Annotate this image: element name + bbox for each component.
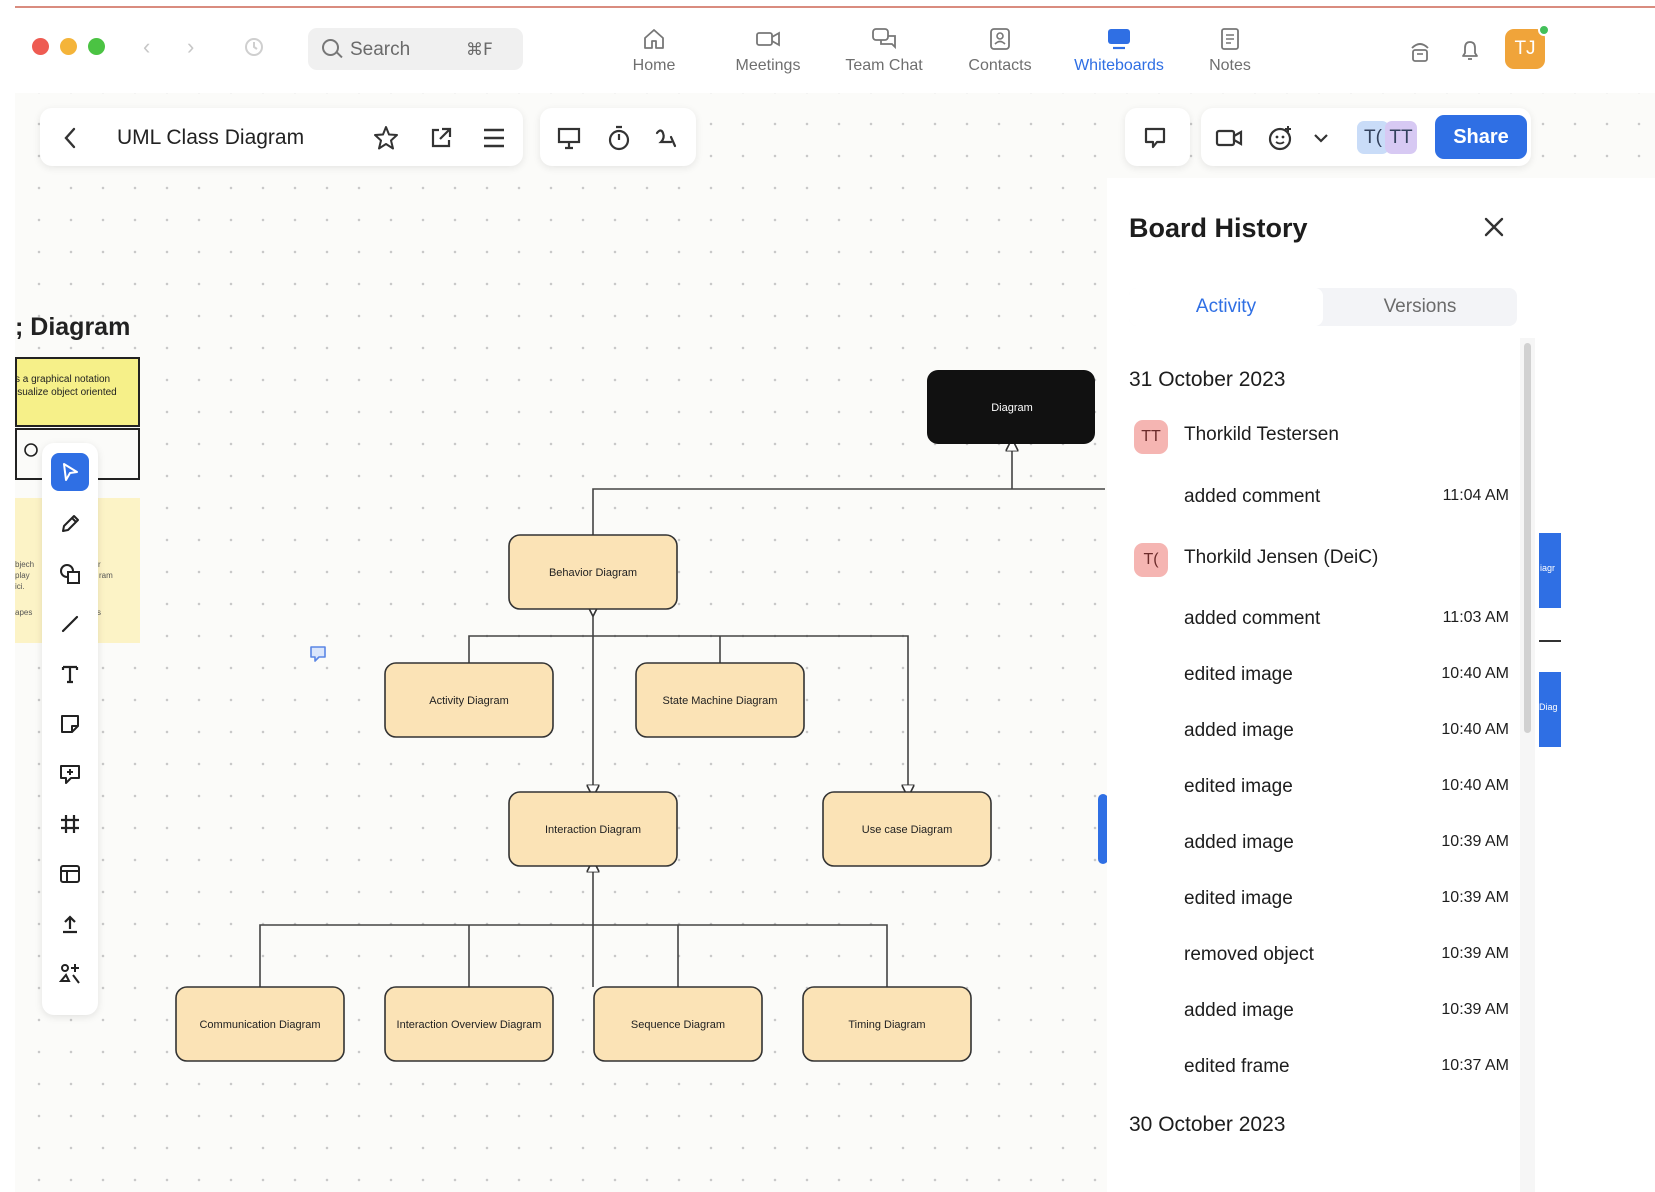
- activity-action[interactable]: edited image: [1184, 888, 1293, 910]
- user-avatar-initials: TJ: [1514, 38, 1536, 59]
- chevron-down-icon[interactable]: [1313, 132, 1329, 144]
- activity-time: 10:40 AM: [1441, 777, 1509, 794]
- date-heading: 30 October 2023: [1129, 1113, 1286, 1136]
- activity-action[interactable]: added comment: [1184, 486, 1320, 508]
- diagram-node[interactable]: State Machine Diagram: [635, 662, 805, 738]
- diagram-node[interactable]: Sequence Diagram: [593, 986, 763, 1062]
- node-label: Sequence Diagram: [631, 1019, 725, 1031]
- activity-action[interactable]: edited frame: [1184, 1056, 1290, 1078]
- bell-icon[interactable]: [1458, 38, 1482, 64]
- panel-title: Board History: [1129, 213, 1308, 243]
- uml-hierarchy-diagram: Diagram Behavior Diagram Activity Diagra…: [175, 370, 1107, 1062]
- tab-activity[interactable]: Activity: [1129, 288, 1323, 326]
- diagram-node[interactable]: Activity Diagram: [384, 662, 554, 738]
- user-name: Thorkild Jensen (DeiC): [1184, 547, 1379, 568]
- activity-action[interactable]: added comment: [1184, 608, 1320, 630]
- user-avatar: T(: [1134, 543, 1168, 577]
- node-label: State Machine Diagram: [663, 695, 778, 707]
- notes-icon: [1221, 28, 1239, 50]
- collaborator-avatar[interactable]: TT: [1385, 121, 1417, 154]
- activity-time: 11:04 AM: [1442, 487, 1509, 504]
- node-label: Behavior Diagram: [549, 567, 637, 579]
- video-call-icon[interactable]: [1214, 125, 1244, 151]
- panel-scrollbar[interactable]: [1524, 343, 1531, 733]
- close-panel-button[interactable]: [1483, 212, 1505, 246]
- activity-time: 11:03 AM: [1442, 609, 1509, 626]
- node-label: Activity Diagram: [429, 695, 508, 707]
- activity-time: 10:39 AM: [1441, 945, 1509, 962]
- history-tabs: Activity Versions: [1129, 288, 1517, 326]
- online-status-dot: [1538, 24, 1550, 36]
- activity-time: 10:40 AM: [1441, 665, 1509, 682]
- user-avatar: TT: [1134, 420, 1168, 454]
- activity-action[interactable]: removed object: [1184, 944, 1314, 966]
- offscreen-node-label: Diag: [1539, 702, 1558, 712]
- close-icon: [1484, 217, 1504, 237]
- activity-time: 10:37 AM: [1441, 1057, 1509, 1074]
- diagram-node[interactable]: Use case Diagram: [822, 791, 992, 867]
- activity-action[interactable]: added image: [1184, 1000, 1294, 1022]
- offscreen-node[interactable]: Diag: [1539, 672, 1561, 747]
- date-heading: 31 October 2023: [1129, 368, 1286, 391]
- diagram-node[interactable]: Timing Diagram: [802, 986, 972, 1062]
- share-button[interactable]: Share: [1435, 115, 1527, 159]
- diagram-node[interactable]: Behavior Diagram: [508, 534, 678, 610]
- node-label: Timing Diagram: [848, 1019, 925, 1031]
- node-label: Communication Diagram: [199, 1019, 320, 1031]
- node-label: Diagram: [991, 402, 1033, 414]
- activity-action[interactable]: edited image: [1184, 664, 1293, 686]
- reactions-icon[interactable]: [1266, 123, 1296, 153]
- user-name: Thorkild Testersen: [1184, 424, 1339, 445]
- user-avatar[interactable]: TJ: [1505, 24, 1550, 69]
- whiteboard-icon: [1108, 29, 1130, 50]
- tab-notes[interactable]: Notes: [1203, 26, 1257, 86]
- diagram-node[interactable]: Interaction Overview Diagram: [384, 986, 554, 1062]
- offscreen-connector: [1539, 640, 1561, 642]
- diagram-node[interactable]: Interaction Diagram: [508, 791, 678, 867]
- activity-time: 10:39 AM: [1441, 1001, 1509, 1018]
- tab-notes-label: Notes: [1209, 57, 1251, 74]
- activity-action[interactable]: added image: [1184, 720, 1294, 742]
- comment-bubble-icon[interactable]: [1141, 124, 1169, 152]
- offscreen-node-label: iagr: [1540, 563, 1556, 573]
- activity-time: 10:39 AM: [1441, 889, 1509, 906]
- activity-action[interactable]: edited image: [1184, 776, 1293, 798]
- zoom-whiteboard-app: ‹ › Search ⌘F Home Meetings Team Chat Co…: [15, 8, 1655, 1192]
- node-label: Use case Diagram: [862, 824, 952, 836]
- node-label: Interaction Overview Diagram: [397, 1019, 542, 1031]
- activity-time: 10:40 AM: [1441, 721, 1509, 738]
- offscreen-node[interactable]: iagr: [1539, 533, 1561, 608]
- diagram-node[interactable]: Diagram: [927, 370, 1095, 444]
- board-history-panel: Board History Activity Versions 31 Octob…: [1107, 178, 1655, 1192]
- activity-time: 10:39 AM: [1441, 833, 1509, 850]
- offscreen-node-edge[interactable]: [1098, 794, 1107, 864]
- presence-cast-icon[interactable]: [1409, 38, 1431, 64]
- diagram-node[interactable]: Communication Diagram: [175, 986, 345, 1062]
- activity-action[interactable]: added image: [1184, 832, 1294, 854]
- node-label: Interaction Diagram: [545, 824, 641, 836]
- tab-versions[interactable]: Versions: [1323, 288, 1517, 326]
